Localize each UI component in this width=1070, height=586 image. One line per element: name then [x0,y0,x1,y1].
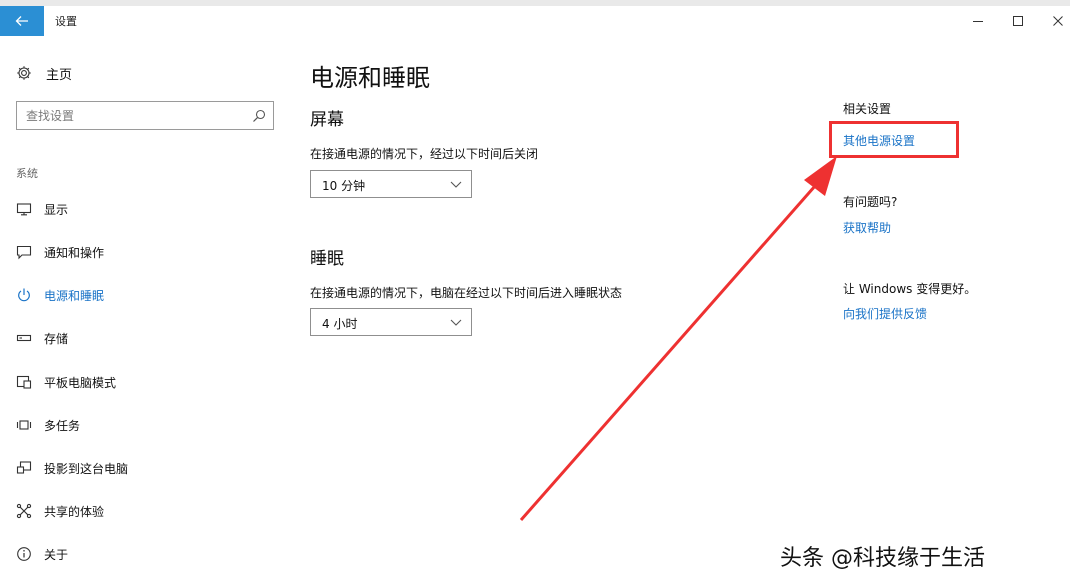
annotation-arrow [519,156,837,521]
watermark: 头条 @科技缘于生活 [780,546,985,571]
